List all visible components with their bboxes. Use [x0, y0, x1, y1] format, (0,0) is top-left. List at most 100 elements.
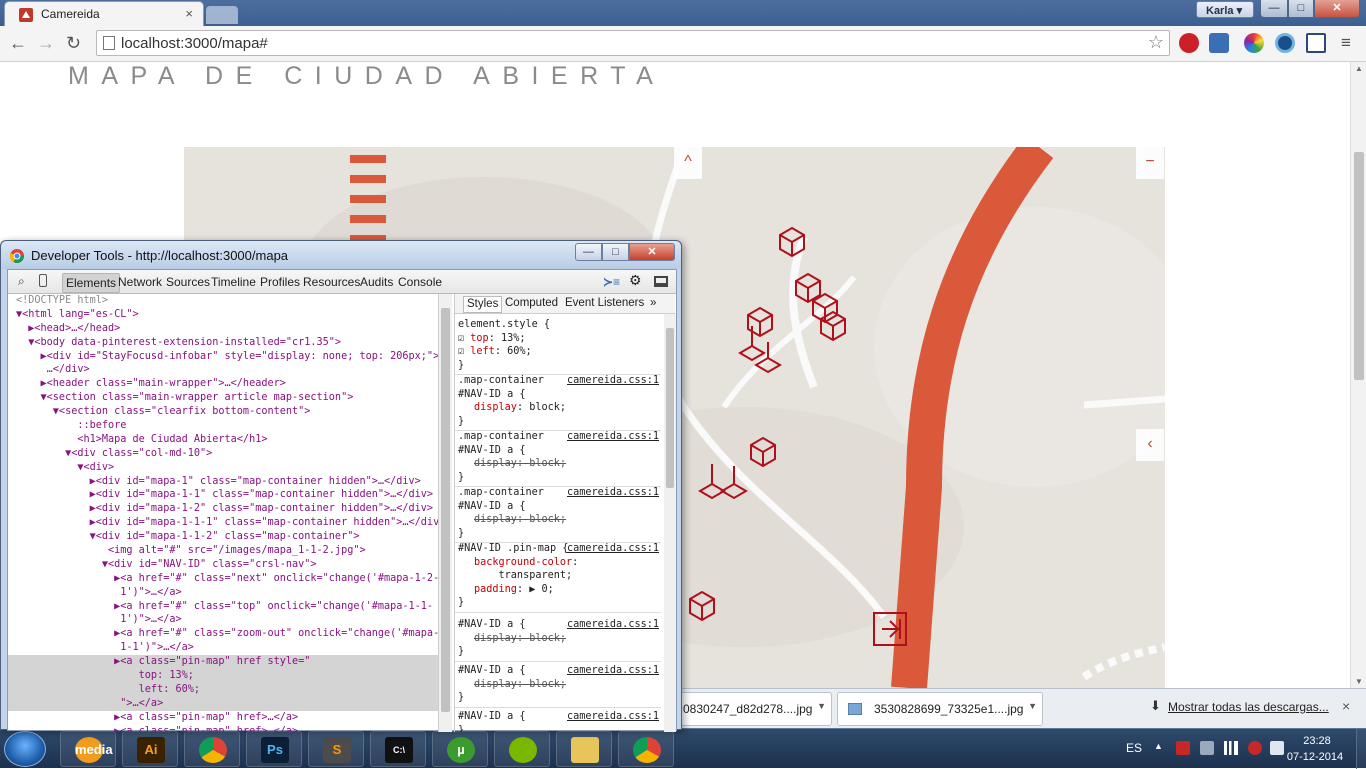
gear-icon[interactable]: ⚙	[629, 272, 642, 289]
window-close-button[interactable]: ✕	[1314, 0, 1360, 18]
drawer-toggle-icon[interactable]: ≻≡	[603, 275, 620, 289]
style-property[interactable]: ☑ top: 13%;	[458, 332, 661, 346]
dom-node-line[interactable]: ▼<div class="col-md-10">	[8, 447, 438, 461]
style-property[interactable]: display: block;	[458, 401, 661, 415]
color-wheel-extension-icon[interactable]	[1244, 33, 1264, 53]
back-arrow-icon[interactable]: ←	[9, 33, 27, 54]
dom-node-line[interactable]: <!DOCTYPE html>	[8, 294, 438, 308]
dom-node-line[interactable]: ▶<a class="pin-map" href>…</a>	[8, 725, 438, 732]
scrollbar-thumb[interactable]	[441, 308, 450, 712]
style-property[interactable]: display: block;	[458, 678, 661, 692]
scroll-down-arrow-icon[interactable]: ▼	[1355, 677, 1363, 686]
taskbar-photoshop[interactable]: Ps	[246, 731, 302, 767]
clock-date[interactable]: 07-12-2014	[1280, 751, 1350, 763]
devtools-close-button[interactable]: ✕	[629, 243, 675, 261]
style-rule[interactable]: .map-container #NAV-ID a {camereida.css:…	[455, 484, 661, 544]
device-mode-icon[interactable]	[39, 274, 47, 287]
tab-network[interactable]: Network	[118, 275, 162, 289]
tab-profiles[interactable]: Profiles	[260, 275, 300, 289]
window-maximize-button[interactable]: □	[1288, 0, 1314, 18]
forward-arrow-icon[interactable]: →	[37, 33, 55, 54]
dom-node-line[interactable]: ▶<div id="mapa-1-2" class="map-container…	[8, 502, 438, 516]
map-zoom-out-button[interactable]: −	[1136, 147, 1164, 179]
n-extension-icon[interactable]	[1306, 33, 1326, 53]
dom-node-line[interactable]: ▶<a href="#" class="next" onclick="chang…	[8, 572, 438, 586]
dom-node-line[interactable]: <img alt="#" src="/images/mapa_1-1-2.jpg…	[8, 544, 438, 558]
scrollbar-thumb[interactable]	[1354, 152, 1364, 380]
map-prev-button[interactable]: ‹	[1136, 429, 1164, 461]
dom-node-line[interactable]: ▼<div id="NAV-ID" class="crsl-nav">	[8, 558, 438, 572]
rule-source-link[interactable]: camereida.css:1	[567, 430, 659, 444]
tab-elements[interactable]: Elements	[62, 273, 121, 293]
tab-camereida[interactable]: Camereida ×	[4, 1, 204, 27]
dom-node-line[interactable]: ▶<div id="mapa-1-1" class="map-container…	[8, 488, 438, 502]
window-minimize-button[interactable]: —	[1260, 0, 1288, 18]
tab-styles[interactable]: Styles	[463, 296, 503, 313]
tab-close-icon[interactable]: ×	[185, 6, 193, 21]
rule-source-link[interactable]: camereida.css:1	[567, 374, 659, 388]
new-tab-button[interactable]	[206, 6, 238, 24]
dom-node-line[interactable]: ▶<header class="main-wrapper">…</header>	[8, 377, 438, 391]
taskbar-media-player[interactable]: media	[60, 731, 116, 767]
tray-expand-icon[interactable]: ▲	[1154, 741, 1168, 755]
style-rule[interactable]: .map-container #NAV-ID a {camereida.css:…	[455, 428, 661, 488]
dom-node-line[interactable]: top: 13%;	[8, 669, 438, 683]
style-property[interactable]: padding: ▶ 0;	[458, 583, 661, 597]
flag-icon[interactable]	[1176, 741, 1190, 755]
dom-node-line[interactable]: <h1>Mapa de Ciudad Abierta</h1>	[8, 433, 438, 447]
style-property[interactable]: display: block;	[458, 513, 661, 527]
network-icon[interactable]	[1200, 741, 1214, 755]
tab-console[interactable]: Console	[398, 275, 442, 289]
dom-node-line[interactable]: ▼<div>	[8, 461, 438, 475]
dock-icon[interactable]	[654, 276, 668, 287]
mcafee-icon[interactable]	[1248, 741, 1262, 755]
tab-resources[interactable]: Resources	[303, 275, 360, 289]
devtools-minimize-button[interactable]: —	[575, 243, 602, 261]
bookmark-star-icon[interactable]: ☆	[1148, 32, 1164, 53]
style-property[interactable]: display: block;	[458, 457, 661, 471]
dom-node-line[interactable]: ▼<body data-pinterest-extension-installe…	[8, 336, 438, 350]
style-property[interactable]: ☑ left: 60%;	[458, 345, 661, 359]
clock-time[interactable]: 23:28	[1296, 735, 1338, 747]
rule-source-link[interactable]: camereida.css:1	[567, 542, 659, 556]
map-top-button[interactable]: ^	[674, 147, 702, 179]
rule-source-link[interactable]: camereida.css:1	[567, 618, 659, 632]
tab-more[interactable]: »	[650, 297, 656, 311]
dom-node-line[interactable]: ▼<div id="mapa-1-1-2" class="map-contain…	[8, 530, 438, 544]
inspect-element-icon[interactable]: ⌕	[18, 274, 25, 289]
chevron-down-icon[interactable]: ▼	[817, 701, 826, 711]
signal-icon[interactable]	[1224, 741, 1238, 755]
property-checkbox[interactable]: ☑	[458, 333, 470, 344]
language-indicator[interactable]: ES	[1126, 741, 1142, 755]
tab-computed[interactable]: Computed	[505, 297, 558, 311]
devtools-maximize-button[interactable]: □	[602, 243, 629, 261]
start-button[interactable]	[4, 731, 46, 767]
dom-node-line[interactable]: 1')">…</a>	[8, 613, 438, 627]
dom-node-line[interactable]: ▼<section class="clearfix bottom-content…	[8, 405, 438, 419]
dom-node-line[interactable]: ▶<a class="pin-map" href>…</a>	[8, 711, 438, 725]
rule-source-link[interactable]: camereida.css:1	[567, 710, 659, 724]
new-extension-icon[interactable]	[1209, 33, 1229, 53]
dom-node-line[interactable]: ▶<head>…</head>	[8, 322, 438, 336]
elements-scrollbar[interactable]	[438, 294, 452, 732]
taskbar-utorrent[interactable]: µ	[432, 731, 488, 767]
scrollbar-thumb[interactable]	[666, 328, 674, 488]
taskbar-console[interactable]: C:\	[370, 731, 426, 767]
dom-node-line[interactable]: ▶<a class="pin-map" href style="	[8, 655, 438, 670]
taskbar-illustrator[interactable]: Ai	[122, 731, 178, 767]
pinterest-extension-icon[interactable]	[1179, 33, 1199, 53]
menu-icon[interactable]: ≡	[1341, 33, 1351, 53]
taskbar-chrome[interactable]: chrome	[184, 731, 240, 767]
style-rule[interactable]: .map-container #NAV-ID a {camereida.css:…	[455, 372, 661, 432]
dom-node-line[interactable]: left: 60%;	[8, 682, 438, 697]
style-rule[interactable]: #NAV-ID a {camereida.css:1}	[455, 708, 661, 732]
address-bar[interactable]: localhost:3000/mapa# ☆	[96, 30, 1170, 56]
dom-node-line[interactable]: ▶<a href="#" class="zoom-out" onclick="c…	[8, 627, 438, 641]
dom-node-line[interactable]: 1-1')">…</a>	[8, 641, 438, 655]
style-rule[interactable]: #NAV-ID .pin-map {camereida.css:1 backgro…	[455, 540, 661, 613]
tab-event-listeners[interactable]: Event Listeners	[565, 297, 644, 311]
dom-node-line[interactable]: …</div>	[8, 363, 438, 377]
chevron-down-icon[interactable]: ▼	[1028, 701, 1037, 711]
scroll-up-arrow-icon[interactable]: ▲	[1355, 64, 1363, 73]
show-desktop-button[interactable]	[1356, 729, 1366, 769]
